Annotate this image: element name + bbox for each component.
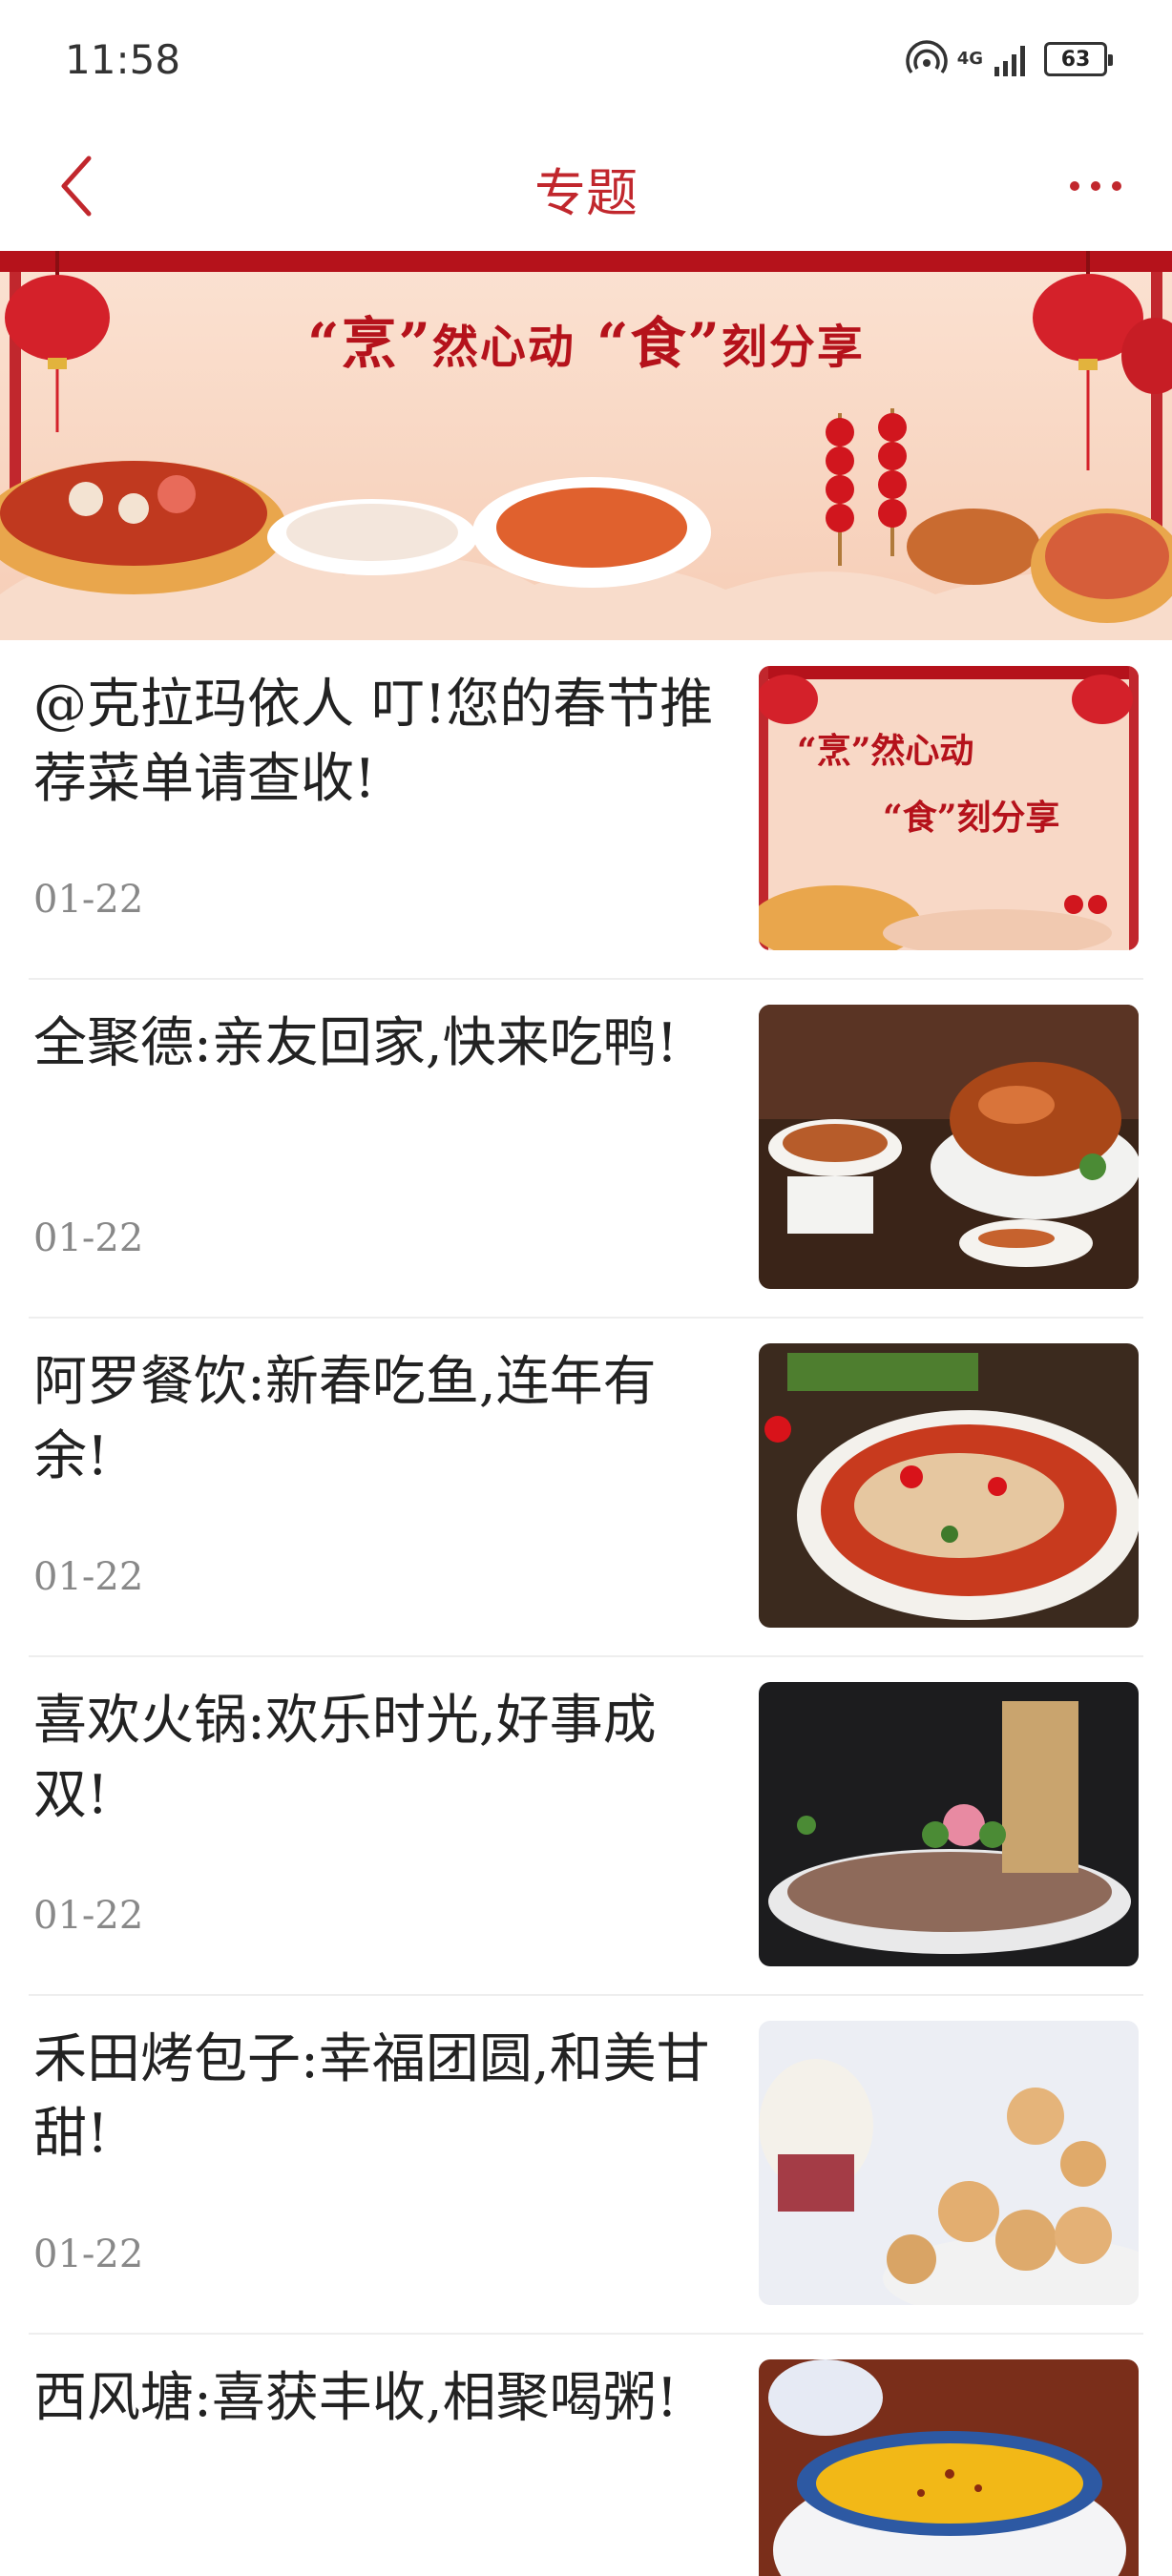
status-icons: 4G 63 <box>906 38 1113 80</box>
banner-headline: “烹”然心动 “食”刻分享 <box>0 299 1172 379</box>
banner-text-a: “烹” <box>307 311 432 376</box>
article-thumbnail <box>759 1005 1139 1289</box>
network-type-label: 4G <box>956 49 983 69</box>
article-title: @克拉玛依人 叮!您的春节推荐菜单请查收! <box>33 674 714 810</box>
status-bar: 11:58 4G 63 <box>0 0 1172 124</box>
article-date: 01-22 <box>33 2233 144 2276</box>
list-item[interactable]: 禾田烤包子:幸福团圆,和美甘甜! 01-22 <box>29 1996 1143 2335</box>
nav-bar: 专题 <box>0 124 1172 248</box>
banner-text-c: “食” <box>596 311 722 376</box>
hotspot-icon <box>906 40 948 74</box>
article-title: 全聚德:亲友回家,快来吃鸭! <box>33 1012 679 1074</box>
article-date: 01-22 <box>33 1216 144 1260</box>
article-title: 阿罗餐饮:新春吃鱼,连年有余! <box>33 1351 657 1487</box>
article-date: 01-22 <box>33 1894 144 1938</box>
topic-banner[interactable]: “烹”然心动 “食”刻分享 <box>0 251 1172 640</box>
banner-text-d: 刻分享 <box>721 321 865 374</box>
article-title: 喜欢火锅:欢乐时光,好事成双! <box>33 1690 657 1826</box>
article-thumbnail: “烹”然心动 “食”刻分享 <box>759 666 1139 950</box>
article-thumbnail <box>759 1343 1139 1628</box>
status-time: 11:58 <box>65 36 181 83</box>
article-date: 01-22 <box>33 878 144 922</box>
signal-strength-icon <box>994 46 1025 76</box>
article-thumbnail <box>759 2021 1139 2305</box>
list-item[interactable]: @克拉玛依人 叮!您的春节推荐菜单请查收! 01-22 “烹”然心动 “食”刻分… <box>29 641 1143 980</box>
battery-icon: 63 <box>1044 42 1113 76</box>
more-dots-icon <box>1070 181 1121 191</box>
article-title: 禾田烤包子:幸福团圆,和美甘甜! <box>33 2028 710 2165</box>
list-item[interactable]: 全聚德:亲友回家,快来吃鸭! 01-22 <box>29 980 1143 1319</box>
thumb-caption-2: “食”刻分享 <box>883 798 1060 838</box>
list-item[interactable]: 西风塘:喜获丰收,相聚喝粥! <box>29 2335 1143 2576</box>
article-thumbnail <box>759 2359 1139 2576</box>
banner-text-b: 然心动 <box>431 321 576 374</box>
article-thumbnail <box>759 1682 1139 1966</box>
thumb-caption-1: “烹”然心动 <box>797 731 974 771</box>
page-title: 专题 <box>534 163 638 223</box>
list-item[interactable]: 喜欢火锅:欢乐时光,好事成双! 01-22 <box>29 1657 1143 1996</box>
article-date: 01-22 <box>33 1555 144 1599</box>
list-item[interactable]: 阿罗餐饮:新春吃鱼,连年有余! 01-22 <box>29 1319 1143 1657</box>
article-list: @克拉玛依人 叮!您的春节推荐菜单请查收! 01-22 “烹”然心动 “食”刻分… <box>0 641 1172 2576</box>
article-title: 西风塘:喜获丰收,相聚喝粥! <box>33 2367 679 2429</box>
more-button[interactable] <box>1048 143 1143 229</box>
battery-level: 63 <box>1060 47 1091 72</box>
